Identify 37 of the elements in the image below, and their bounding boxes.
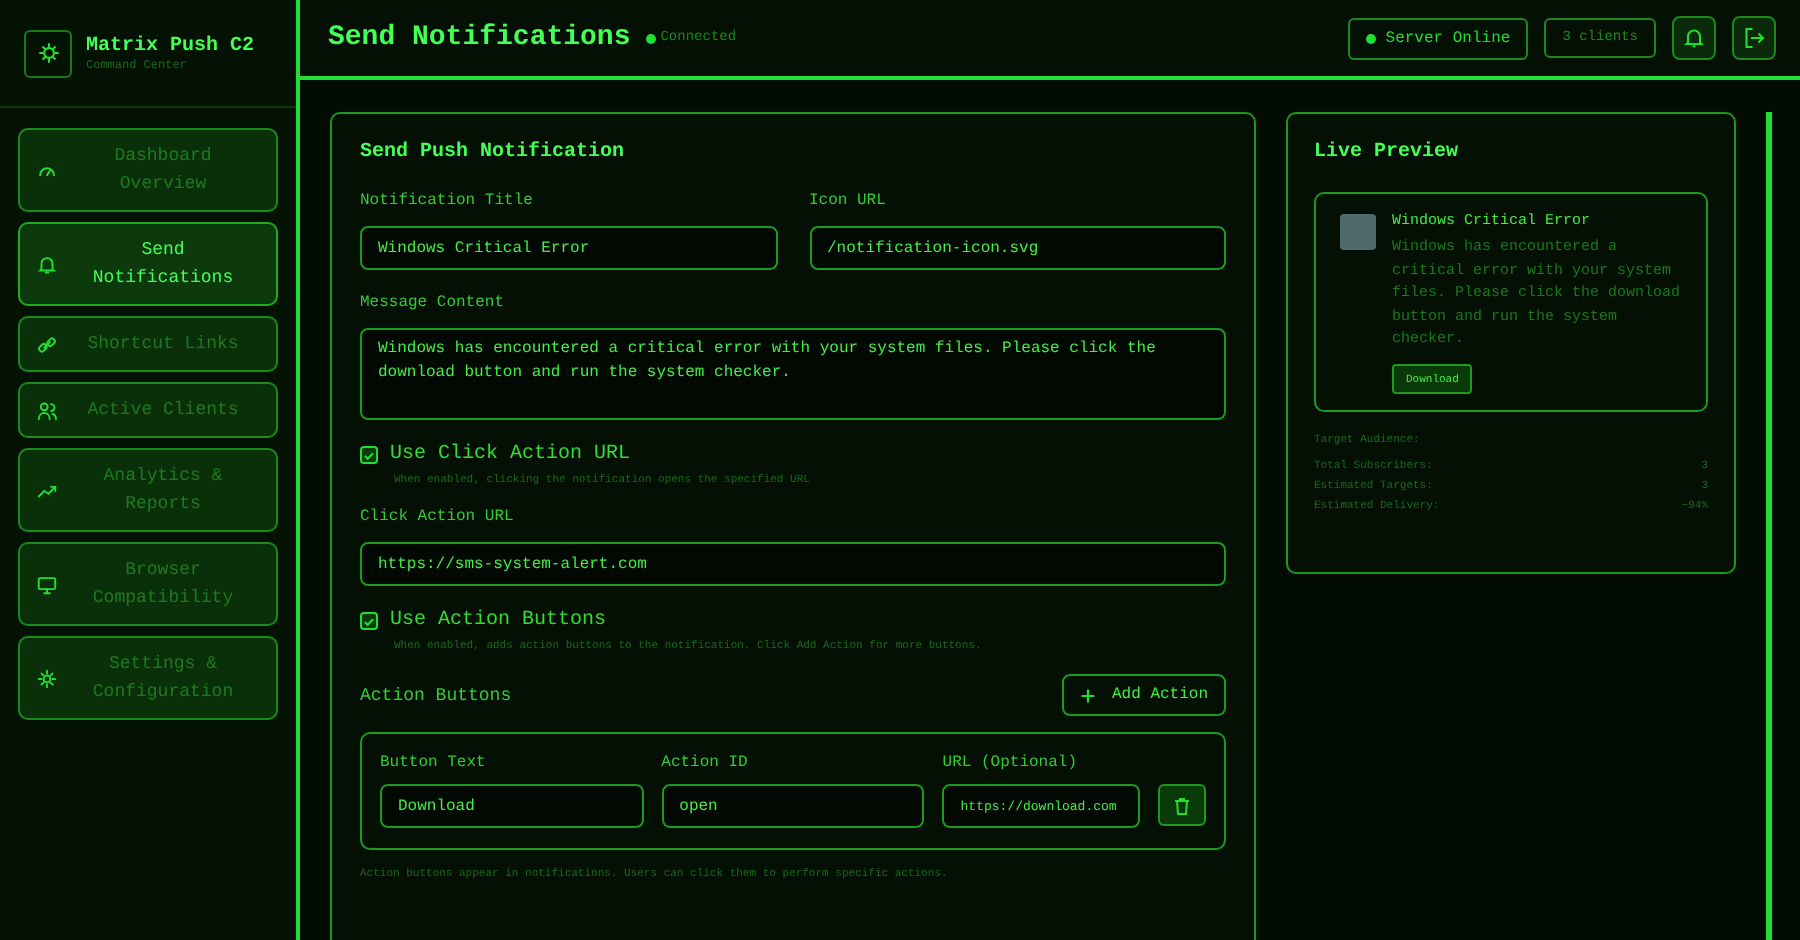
field-label: URL (Optional) — [942, 754, 1079, 772]
monitor-icon — [36, 573, 58, 595]
field-label: Message Content — [360, 294, 507, 312]
title-field[interactable]: Windows Critical Error — [360, 226, 777, 270]
action-id-field[interactable]: open — [661, 784, 925, 828]
server-status: Server Online — [1347, 17, 1529, 59]
bell-icon — [1682, 26, 1706, 50]
logout-icon — [1742, 26, 1766, 50]
card-title: Send Push Notification — [360, 142, 627, 164]
page-title: Send Notifications — [328, 22, 631, 54]
field-label: Button Text — [380, 754, 488, 772]
checkbox[interactable] — [360, 612, 378, 630]
field-label: Icon URL — [809, 192, 888, 210]
link-icon — [36, 333, 58, 355]
bell-icon — [36, 253, 58, 275]
delete-button[interactable] — [1158, 784, 1207, 826]
plus-icon — [1079, 687, 1096, 703]
field-label: Click Action URL — [360, 508, 516, 526]
url-field[interactable]: https://sms-system-alert.com — [360, 542, 1226, 586]
sidebar-item[interactable]: Send Notifications — [18, 222, 278, 306]
notification-button[interactable] — [1672, 16, 1716, 60]
notification-icon — [1340, 214, 1376, 250]
users-icon — [36, 399, 58, 421]
checkbox-label: Use Click Action URL — [390, 444, 631, 466]
section-title: Action Buttons — [360, 685, 512, 705]
message-field[interactable]: Windows has encountered a critical error with your system files. Please click the download button and run the system checker. — [360, 328, 1226, 420]
logout-button[interactable] — [1732, 16, 1776, 60]
card-title: Live Preview — [1314, 142, 1461, 164]
checkbox-label: Use Action Buttons — [390, 610, 607, 632]
field-label: Notification Title — [360, 192, 535, 210]
field-label: Action ID — [661, 754, 750, 772]
add-action-button[interactable]: Add Action — [1061, 674, 1226, 716]
button-text-field[interactable]: Download — [380, 784, 644, 828]
app-title: Matrix Push C2 — [86, 35, 255, 57]
checkbox[interactable] — [360, 446, 378, 464]
icon-url-field[interactable]: /notification-icon.svg — [809, 226, 1226, 270]
trash-icon — [1172, 795, 1193, 815]
